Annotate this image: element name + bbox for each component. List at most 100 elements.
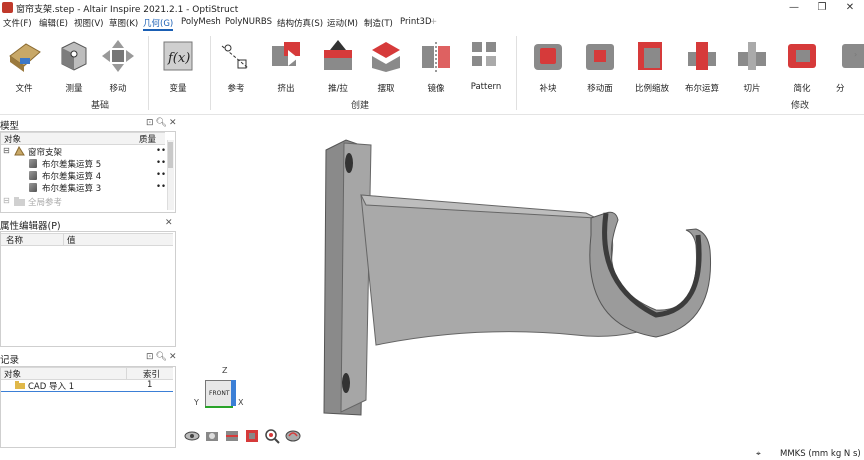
view-cube[interactable]: Z FRONT Y X: [194, 366, 246, 414]
property-panel-title: 属性编辑器(P): [0, 221, 61, 232]
slice-tool[interactable]: 切片: [734, 38, 770, 96]
menu-structure[interactable]: 结构仿真(S): [277, 17, 323, 29]
display-icon[interactable]: [244, 428, 260, 444]
column-divider: [126, 367, 127, 380]
scale-tool[interactable]: 比例缩放: [634, 38, 670, 96]
menu-bar: 文件(F) 编辑(E) 视图(V) 草图(K) 几何(G) PolyMesh P…: [0, 16, 864, 31]
svg-text:f(x): f(x): [167, 51, 190, 66]
history-grid-header: 对象 索引: [1, 367, 173, 380]
simplify-icon: [788, 44, 816, 68]
part-icon: [29, 171, 37, 180]
property-editor: [0, 231, 176, 347]
axis-x-line: [205, 406, 233, 408]
menu-print3d[interactable]: Print3D: [400, 17, 432, 27]
file-tool[interactable]: 文件: [4, 38, 44, 96]
camera-icon[interactable]: [204, 428, 220, 444]
column-divider: [63, 233, 64, 246]
scrollbar-thumb[interactable]: [168, 142, 173, 168]
group-create-label: 创建: [350, 101, 369, 111]
extrude-icon: [272, 42, 300, 66]
property-grid-header: 名称 值: [1, 233, 173, 246]
group-separator: [210, 36, 211, 110]
patch-tool[interactable]: 补块: [530, 38, 566, 96]
menu-file[interactable]: 文件(F): [3, 17, 32, 29]
menu-geometry[interactable]: 几何(G): [143, 17, 174, 31]
tree-item[interactable]: 布尔差集运算 3 ••: [0, 182, 166, 194]
move-icon: [102, 40, 134, 72]
model-viewport[interactable]: [176, 115, 864, 445]
extract-tool[interactable]: 摆取: [368, 38, 404, 96]
zoom-icon[interactable]: [264, 428, 280, 444]
tree-item-global-reference[interactable]: ⊟ 全局参考: [0, 196, 166, 208]
group-separator: [148, 36, 149, 110]
push-pull-tool[interactable]: 推/拉: [320, 38, 356, 96]
menu-manufacture[interactable]: 制造(T): [364, 17, 393, 29]
search-icon[interactable]: 🔍︎: [156, 118, 169, 128]
model-scrollbar[interactable]: [167, 140, 174, 210]
snap-icon[interactable]: ⌖: [756, 449, 761, 459]
app-icon: [2, 2, 13, 13]
history-panel-tools[interactable]: ⊡🔍︎✕: [146, 352, 179, 362]
patch-icon: [534, 44, 562, 70]
pattern-icon: [472, 42, 496, 66]
part-icon: [29, 183, 37, 192]
extract-icon: [372, 42, 400, 72]
view-cube-side[interactable]: [231, 380, 236, 406]
expand-icon[interactable]: ⊟: [3, 196, 10, 205]
variables-tool[interactable]: f(x) 变量: [160, 38, 196, 96]
measure-tool[interactable]: 测量: [56, 38, 92, 96]
window-title: 窗帘支架.step - Altair Inspire 2021.2.1 - Op…: [16, 5, 239, 15]
extrude-tool[interactable]: 挤出: [268, 38, 304, 96]
minimize-button[interactable]: —: [780, 0, 808, 16]
folder-icon: [14, 197, 25, 206]
render-icon[interactable]: [285, 428, 301, 444]
pin-icon[interactable]: ⊡: [146, 118, 156, 128]
back-plate-front[interactable]: [340, 142, 372, 413]
close-icon[interactable]: ✕: [165, 218, 175, 228]
assembly-icon: [14, 146, 25, 156]
history-panel-title: 记录: [0, 355, 20, 366]
group-separator: [516, 36, 517, 110]
units-selector[interactable]: MMKS (mm kg N s): [780, 449, 861, 459]
boolean-icon: [688, 42, 716, 70]
mirror-icon: [422, 42, 450, 72]
menu-polymesh[interactable]: PolyMesh: [181, 17, 221, 27]
simplify-tool[interactable]: 简化: [784, 38, 820, 96]
history-row[interactable]: CAD 导入 1 1: [1, 380, 173, 392]
split-tool[interactable]: 分: [834, 38, 864, 96]
view-icon[interactable]: [184, 428, 200, 444]
move-faces-tool[interactable]: 移动面: [582, 38, 618, 96]
reference-icon: [221, 44, 249, 69]
pin-icon[interactable]: ⊡: [146, 352, 156, 362]
restore-button[interactable]: ❐: [808, 0, 836, 16]
tree-item[interactable]: 布尔差集运算 4 ••: [0, 170, 166, 182]
slice-icon: [738, 42, 766, 70]
menu-motion[interactable]: 运动(M): [327, 17, 358, 29]
move-faces-icon: [586, 44, 614, 70]
search-icon[interactable]: 🔍︎: [156, 352, 169, 362]
tree-item-root[interactable]: ⊟ 窗帘支架 ••: [0, 146, 166, 158]
add-tab-icon[interactable]: +: [430, 17, 437, 27]
mirror-tool[interactable]: 镜像: [418, 38, 454, 96]
collapse-icon[interactable]: ⊟: [3, 146, 10, 155]
title-bar: 窗帘支架.step - Altair Inspire 2021.2.1 - Op…: [0, 0, 864, 16]
group-basic-label: 基础: [90, 101, 109, 111]
pattern-tool[interactable]: Pattern: [468, 38, 504, 96]
boolean-tool[interactable]: 布尔运算: [684, 38, 720, 96]
group-modify-label: 修改: [790, 101, 809, 111]
menu-sketch[interactable]: 草图(K): [109, 17, 138, 29]
menu-polynurbs[interactable]: PolyNURBS: [225, 17, 272, 27]
tree-item[interactable]: 布尔差集运算 5 ••: [0, 158, 166, 170]
split-icon: [842, 44, 864, 68]
ribbon-scroll-icon[interactable]: ›: [854, 50, 857, 59]
move-tool[interactable]: 移动: [100, 38, 136, 96]
scale-icon: [638, 42, 662, 70]
menu-edit[interactable]: 编辑(E): [39, 17, 68, 29]
measure-icon: [61, 41, 87, 71]
model-panel-tools[interactable]: ⊡🔍︎✕: [146, 118, 179, 128]
reference-tool[interactable]: 参考: [218, 38, 254, 96]
close-button[interactable]: ✕: [836, 0, 864, 16]
section-icon[interactable]: [224, 428, 240, 444]
screw-hole: [342, 373, 350, 393]
menu-view[interactable]: 视图(V): [74, 17, 103, 29]
